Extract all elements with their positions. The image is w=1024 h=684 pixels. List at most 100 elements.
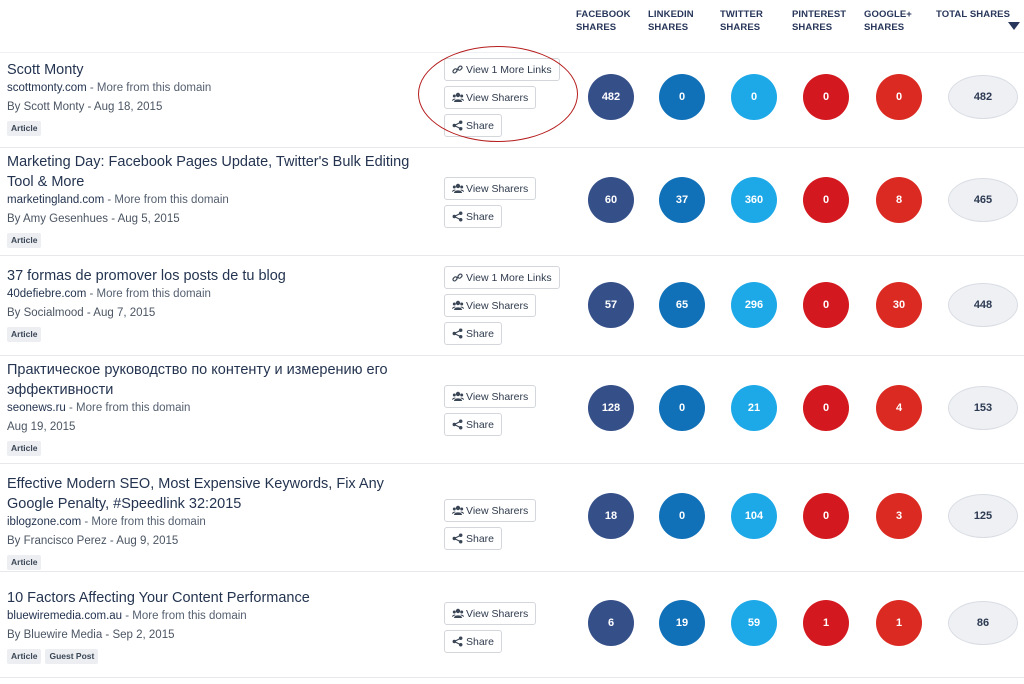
domain-link[interactable]: bluewiremedia.com.au [7, 610, 122, 622]
column-googleplus-shares[interactable]: GOOGLE+ SHARES [864, 8, 912, 34]
content-type-tag: Article [7, 327, 42, 342]
article-title-link[interactable]: Effective Modern SEO, Most Expensive Key… [7, 474, 427, 514]
article-title-link[interactable]: 37 formas de promover los posts de tu bl… [7, 266, 427, 286]
share-button[interactable]: Share [444, 630, 503, 653]
view-sharers-button[interactable]: View Sharers [444, 294, 537, 317]
share-button[interactable]: Share [444, 413, 503, 436]
googleplus-share-count: 4 [876, 385, 922, 431]
column-total-shares[interactable]: TOTAL SHARES [936, 8, 1010, 21]
twitter-share-count: 59 [731, 600, 777, 646]
more-from-domain-link[interactable]: - More from this domain [87, 82, 211, 94]
more-from-domain-link[interactable]: - More from this domain [122, 610, 246, 622]
share-icon [452, 533, 463, 544]
author-date: By Francisco Perez - Aug 9, 2015 [7, 535, 179, 547]
twitter-share-count: 360 [731, 177, 777, 223]
source-line: seonews.ru - More from this domain [7, 402, 190, 414]
pinterest-share-count: 0 [803, 385, 849, 431]
button-label: Share [466, 327, 495, 340]
tag-list: Article Guest Post [7, 649, 99, 664]
googleplus-share-count: 8 [876, 177, 922, 223]
button-label: Share [466, 210, 495, 223]
facebook-share-count: 128 [588, 385, 634, 431]
domain-link[interactable]: seonews.ru [7, 402, 66, 414]
twitter-share-count: 104 [731, 493, 777, 539]
source-line: 40defiebre.com - More from this domain [7, 288, 211, 300]
button-label: View Sharers [466, 390, 529, 403]
column-label: SHARES [576, 22, 617, 33]
domain-link[interactable]: 40defiebre.com [7, 288, 86, 300]
domain-link[interactable]: iblogzone.com [7, 516, 81, 528]
linkedin-share-count: 19 [659, 600, 705, 646]
button-label: Share [466, 532, 495, 545]
facebook-share-count: 18 [588, 493, 634, 539]
share-button[interactable]: Share [444, 527, 503, 550]
tag-list: Article [7, 121, 42, 136]
column-linkedin-shares[interactable]: LINKEDIN SHARES [648, 8, 694, 34]
twitter-share-count: 0 [731, 74, 777, 120]
share-button[interactable]: Share [444, 205, 503, 228]
more-from-domain-link[interactable]: - More from this domain [104, 194, 228, 206]
linkedin-share-count: 0 [659, 385, 705, 431]
column-twitter-shares[interactable]: TWITTER SHARES [720, 8, 763, 34]
users-icon [452, 300, 464, 311]
total-share-count: 125 [948, 494, 1018, 538]
more-from-domain-link[interactable]: - More from this domain [86, 288, 210, 300]
users-icon [452, 505, 464, 516]
more-from-domain-link[interactable]: - More from this domain [81, 516, 205, 528]
view-sharers-button[interactable]: View Sharers [444, 499, 537, 522]
article-title-link[interactable]: 10 Factors Affecting Your Content Perfor… [7, 588, 427, 608]
author-date: Aug 19, 2015 [7, 421, 76, 433]
users-icon [452, 608, 464, 619]
column-label: SHARES [720, 22, 761, 33]
column-label: TOTAL SHARES [936, 9, 1011, 20]
users-icon [452, 183, 464, 194]
source-line: bluewiremedia.com.au - More from this do… [7, 610, 247, 622]
tag-list: Article [7, 441, 42, 456]
result-row: 10 Factors Affecting Your Content Perfor… [0, 572, 1024, 678]
domain-link[interactable]: marketingland.com [7, 194, 104, 206]
view-sharers-button[interactable]: View Sharers [444, 385, 537, 408]
googleplus-share-count: 30 [876, 282, 922, 328]
column-facebook-shares[interactable]: FACEBOOK SHARES [576, 8, 631, 34]
link-icon [452, 272, 463, 283]
content-type-tag: Article [7, 649, 42, 664]
facebook-share-count: 60 [588, 177, 634, 223]
column-label: TWITTER [720, 9, 763, 20]
facebook-share-count: 482 [588, 74, 634, 120]
total-share-count: 153 [948, 386, 1018, 430]
content-type-tag: Article [7, 441, 42, 456]
article-title-link[interactable]: Практическое руководство по контенту и и… [7, 360, 427, 400]
content-type-tag: Article [7, 233, 42, 248]
view-more-links-button[interactable]: View 1 More Links [444, 266, 560, 289]
button-label: View Sharers [466, 504, 529, 517]
domain-link[interactable]: scottmonty.com [7, 82, 87, 94]
pinterest-share-count: 0 [803, 282, 849, 328]
column-label: LINKEDIN [648, 9, 694, 20]
button-label: Share [466, 635, 495, 648]
total-share-count: 86 [948, 601, 1018, 645]
column-label: PINTEREST [792, 9, 847, 20]
sort-desc-icon[interactable] [1008, 22, 1020, 30]
button-label: View Sharers [466, 182, 529, 195]
view-sharers-button[interactable]: View Sharers [444, 177, 537, 200]
linkedin-share-count: 65 [659, 282, 705, 328]
more-from-domain-link[interactable]: - More from this domain [66, 402, 190, 414]
column-pinterest-shares[interactable]: PINTEREST SHARES [792, 8, 846, 34]
share-button[interactable]: Share [444, 322, 503, 345]
button-label: View 1 More Links [466, 271, 552, 284]
total-share-count: 482 [948, 75, 1018, 119]
view-sharers-button[interactable]: View Sharers [444, 602, 537, 625]
linkedin-share-count: 37 [659, 177, 705, 223]
article-title-link[interactable]: Marketing Day: Facebook Pages Update, Tw… [7, 152, 427, 192]
article-title-link[interactable]: Scott Monty [7, 60, 427, 80]
source-line: marketingland.com - More from this domai… [7, 194, 229, 206]
googleplus-share-count: 0 [876, 74, 922, 120]
pinterest-share-count: 0 [803, 177, 849, 223]
googleplus-share-count: 1 [876, 600, 922, 646]
share-icon [452, 328, 463, 339]
share-icon [452, 419, 463, 430]
button-label: View Sharers [466, 299, 529, 312]
content-type-tag: Article [7, 121, 42, 136]
facebook-share-count: 57 [588, 282, 634, 328]
column-label: GOOGLE+ [864, 9, 912, 20]
